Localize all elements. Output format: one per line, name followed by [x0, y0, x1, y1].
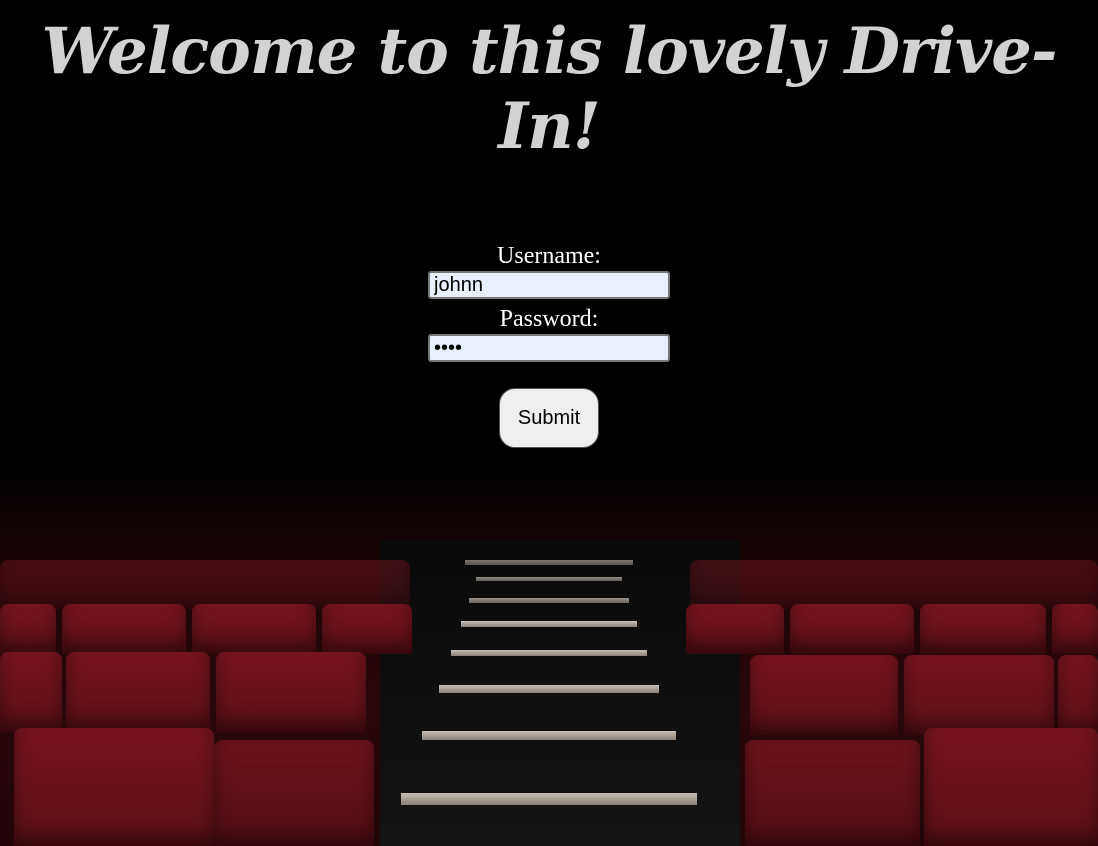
seat [920, 604, 1046, 654]
seat [1058, 655, 1098, 735]
submit-button[interactable]: Submit [499, 388, 599, 448]
stair-step [451, 650, 647, 656]
seat [1052, 604, 1098, 654]
seat [686, 604, 784, 654]
seat [214, 740, 374, 846]
stair-step [476, 577, 622, 581]
stair-step [465, 560, 633, 565]
seat [66, 652, 210, 732]
username-label: Username: [497, 243, 601, 269]
seat [924, 728, 1098, 846]
seat [14, 728, 214, 846]
seat [790, 604, 914, 654]
stair-step [469, 598, 629, 603]
seat [322, 604, 412, 654]
seat [0, 604, 56, 654]
seat-row [0, 560, 410, 610]
seat [750, 655, 898, 735]
stair-step [401, 793, 697, 805]
password-input[interactable] [428, 334, 670, 362]
password-label: Password: [499, 306, 599, 332]
stair-step [439, 685, 659, 693]
seat [62, 604, 186, 654]
stair-step [422, 731, 676, 740]
login-form: Username: Password: Submit [0, 242, 1098, 448]
stair-step [461, 621, 637, 627]
seat [192, 604, 316, 654]
username-input[interactable] [428, 271, 670, 299]
page-title: Welcome to this lovely Drive-In! [41, 14, 1058, 164]
seat [745, 740, 920, 846]
seat [0, 652, 62, 732]
seat-row [690, 560, 1098, 610]
seat [216, 652, 366, 732]
seat [904, 655, 1054, 735]
